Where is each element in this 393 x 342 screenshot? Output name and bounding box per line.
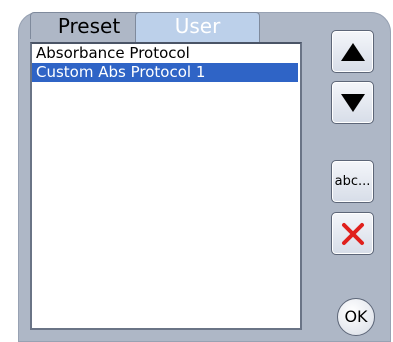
rename-button-label: abc... <box>334 174 371 189</box>
delete-button[interactable] <box>331 212 374 255</box>
rename-button[interactable]: abc... <box>331 160 374 203</box>
tab-user[interactable]: User <box>135 12 260 42</box>
list-item-label: Absorbance Protocol <box>36 44 190 62</box>
red-x-icon <box>342 223 364 245</box>
up-triangle-icon <box>341 43 365 61</box>
ok-button[interactable]: OK <box>337 298 375 336</box>
ok-button-label: OK <box>344 307 368 326</box>
list-item-selected[interactable]: Custom Abs Protocol 1 <box>32 63 298 82</box>
move-down-button[interactable] <box>331 81 374 124</box>
list-item-label: Custom Abs Protocol 1 <box>36 63 206 81</box>
list-item[interactable]: Absorbance Protocol <box>32 44 298 63</box>
down-triangle-icon <box>341 94 365 112</box>
move-up-button[interactable] <box>331 30 374 73</box>
protocol-list[interactable]: Absorbance Protocol Custom Abs Protocol … <box>30 42 302 330</box>
tab-user-label: User <box>174 14 221 38</box>
tab-preset-label: Preset <box>57 14 121 38</box>
tab-preset[interactable]: Preset <box>30 12 148 39</box>
